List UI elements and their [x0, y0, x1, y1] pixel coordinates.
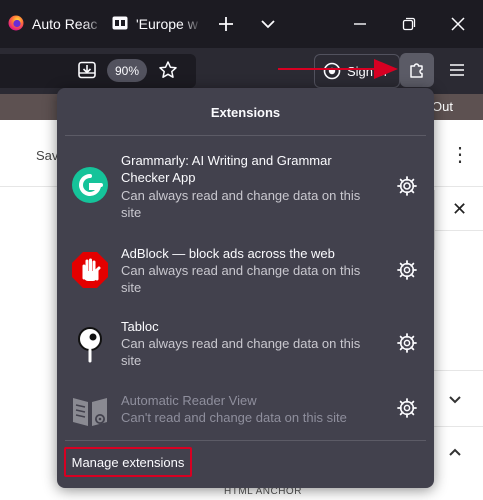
star-icon	[159, 61, 177, 78]
extension-item-tabloc[interactable]: Tabloc Can always read and change data o…	[57, 316, 434, 372]
hamburger-menu-icon	[450, 64, 464, 76]
download-tray-icon	[78, 61, 96, 79]
red-arrow-annotation	[278, 59, 398, 79]
page-kebab-icon[interactable]: ⋮	[450, 142, 470, 167]
plus-icon	[219, 17, 233, 31]
extension-name: AdBlock — block ads across the web	[121, 246, 335, 261]
gear-icon[interactable]	[396, 397, 418, 419]
arrow-head	[374, 59, 398, 79]
new-tab-button[interactable]	[214, 12, 238, 36]
chevron-down-icon[interactable]	[448, 392, 462, 410]
extension-item-reader-view[interactable]: Automatic Reader View Can't read and cha…	[57, 390, 434, 434]
close-icon	[451, 17, 465, 31]
page-divider	[434, 190, 435, 250]
restore-icon	[402, 17, 416, 31]
grammarly-icon	[71, 166, 109, 204]
bookmark-star-button[interactable]	[156, 58, 180, 82]
panel-title: Extensions	[210, 105, 281, 120]
minimize-icon	[354, 23, 366, 25]
chevron-up-icon[interactable]	[448, 444, 462, 462]
manage-extensions-button[interactable]: Manage extensions	[64, 447, 192, 477]
extension-permission: Can always read and change data on this …	[121, 188, 361, 220]
minimize-button[interactable]	[348, 12, 372, 36]
app-menu-button[interactable]	[442, 53, 472, 87]
extension-name: Automatic Reader View	[121, 393, 257, 408]
divider	[65, 135, 426, 136]
gear-icon[interactable]	[396, 259, 418, 281]
adblock-hand-icon	[71, 251, 109, 289]
extensions-panel: Extensions Grammarly: AI Writing and Gra…	[57, 88, 434, 488]
divider	[65, 440, 426, 441]
page-close-icon[interactable]: ✕	[452, 199, 467, 220]
extension-permission: Can always read and change data on this …	[121, 263, 361, 295]
extension-item-adblock[interactable]: AdBlock — block ads across the web Can a…	[57, 243, 434, 299]
close-window-button[interactable]	[446, 12, 470, 36]
reader-view-icon	[71, 392, 109, 430]
site-favicon-icon	[112, 15, 128, 34]
chevron-down-icon	[261, 20, 275, 29]
extension-item-grammarly[interactable]: Grammarly: AI Writing and Grammar Checke…	[57, 150, 434, 224]
save-to-pocket-button[interactable]	[75, 58, 99, 82]
zoom-level-button[interactable]: 90%	[107, 59, 147, 82]
page-divider	[434, 370, 483, 371]
page-divider	[434, 426, 483, 427]
page-save-link[interactable]: Sav	[36, 148, 58, 163]
extension-permission: Can't read and change data on this site	[121, 410, 347, 425]
puzzle-piece-icon	[410, 63, 423, 78]
gear-icon[interactable]	[396, 332, 418, 354]
extension-name: Tabloc	[121, 319, 159, 334]
extension-name: Grammarly: AI Writing and Grammar Checke…	[121, 153, 332, 185]
extension-permission: Can always read and change data on this …	[121, 336, 361, 368]
restore-button[interactable]	[397, 12, 421, 36]
page-divider	[434, 230, 483, 231]
tab-strip: Auto Reac 'Europe w	[0, 0, 483, 48]
firefox-icon	[8, 15, 24, 34]
list-all-tabs-button[interactable]	[256, 12, 280, 36]
tab-auto-reader[interactable]: Auto Reac	[0, 6, 104, 42]
tabloc-pin-icon	[71, 325, 109, 363]
extensions-button[interactable]	[400, 53, 434, 87]
logout-link[interactable]: Out	[432, 99, 453, 114]
tab-europe[interactable]: 'Europe w	[106, 6, 202, 42]
gear-icon[interactable]	[396, 175, 418, 197]
